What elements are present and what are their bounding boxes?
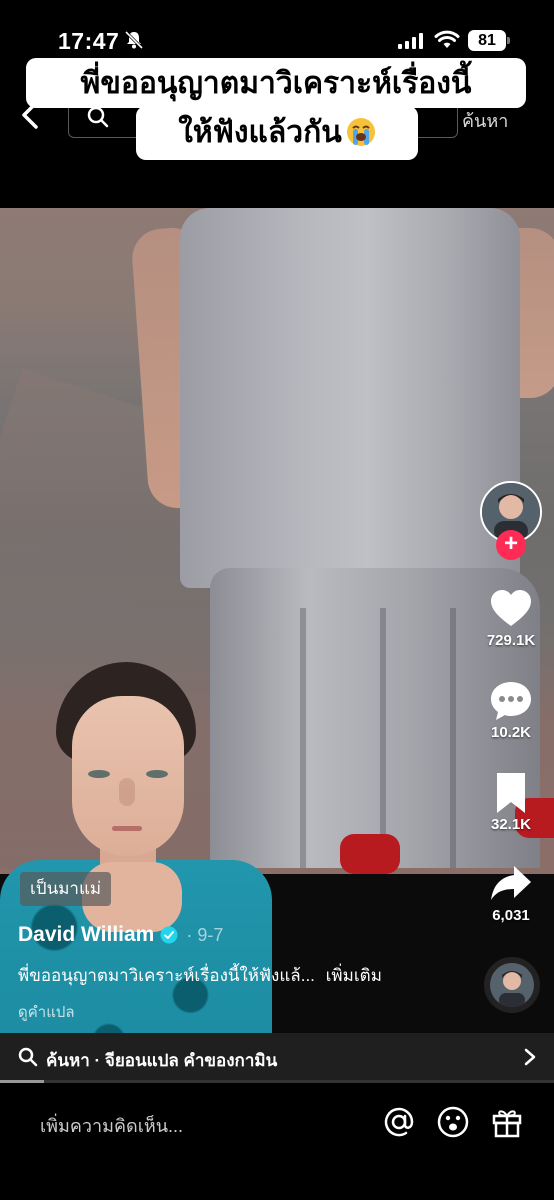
battery-indicator: 81 [468,30,506,51]
cellular-signal-icon [398,33,423,49]
subject-dress-top [180,208,520,588]
creator-eye [146,770,168,778]
caption-line2-text: ให้ฟังแล้วกัน [178,116,342,149]
description-text: พี่ขออนุญาตมาวิเคราะห์เรื่องนี้ให้ฟังแล้… [18,966,320,985]
chevron-right-icon [524,1048,536,1066]
search-icon [18,1047,38,1067]
bell-slash-icon [124,30,144,50]
dress-fold [380,608,386,868]
video-caption-line1: พี่ขออนุญาตมาวิเคราะห์เรื่องนี้ [26,58,526,108]
search-suggestion-text: ค้นหา · จียอนแปล คำของกามิน [46,1051,278,1070]
share-count: 6,031 [492,907,530,924]
creator-eye [88,770,110,778]
post-date: · 9-7 [186,924,224,945]
verified-badge-icon [160,926,178,944]
comment-icon[interactable] [489,679,533,723]
status-bar: 17:47 81 [0,0,554,60]
loudly-crying-face-icon [346,118,375,146]
see-more-link[interactable]: เพิ่มเติม [326,966,382,985]
comment-bar: เพิ่มความคิดเห็น... [0,1083,554,1200]
see-translation-link[interactable]: ดูคำแปล [18,1000,75,1024]
effect-tag[interactable]: เป็นมาแม่ [20,872,112,906]
bookmark-count: 32.1K [490,816,532,833]
dress-fold [300,608,306,868]
creator-nose [119,778,135,806]
follow-button[interactable]: + [496,530,526,560]
username-row: David William · 9-7 [18,920,223,950]
red-shoe [340,834,400,874]
creator-mouth [112,826,142,831]
music-disc-image [490,963,534,1007]
post-description[interactable]: พี่ขออนุญาตมาวิเคราะห์เรื่องนี้ให้ฟังแล้… [18,962,382,989]
battery-tip [507,37,510,44]
mention-icon[interactable] [382,1105,416,1139]
username[interactable]: David William [18,923,154,947]
dress-fold [450,608,456,868]
search-suggestion-bar[interactable]: ค้นหา · จียอนแปล คำของกามิน [0,1033,554,1081]
comment-count: 10.2K [490,724,532,741]
like-count: 729.1K [486,632,536,649]
comment-input[interactable]: เพิ่มความคิดเห็น... [40,1111,183,1140]
heart-icon[interactable] [489,587,533,631]
status-time: 17:47 [58,28,120,54]
video-caption-line2: ให้ฟังแล้วกัน [136,106,418,160]
gift-icon[interactable] [490,1105,524,1139]
wifi-icon [434,30,460,48]
search-icon [87,106,109,128]
emoji-icon[interactable] [436,1105,470,1139]
music-disc[interactable] [484,957,540,1013]
bookmark-icon[interactable] [489,771,533,815]
search-button[interactable]: ค้นหา [462,106,508,135]
share-arrow-icon[interactable] [489,862,533,906]
